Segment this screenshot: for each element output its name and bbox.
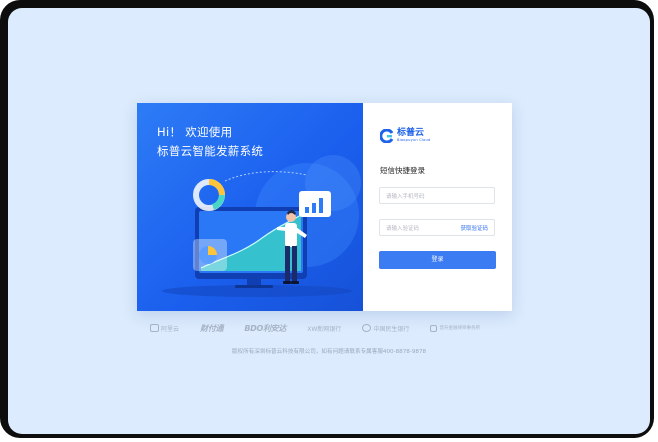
hero-panel: Hi！ 欢迎使用 标普云智能发薪系统: [137, 103, 363, 311]
code-placeholder: 请输入验证码: [386, 226, 420, 232]
partner-label: BDO利安达: [244, 323, 287, 333]
get-code-button[interactable]: 获取验证码: [460, 224, 488, 232]
partner-logo: 财付通: [200, 323, 223, 334]
lawfirm-icon: [430, 324, 438, 332]
code-field[interactable]: 请输入验证码 获取验证码: [379, 219, 495, 236]
partner-label: 晋升金融律师事务所: [439, 326, 480, 331]
phone-field[interactable]: 请输入手机号码: [379, 187, 495, 204]
phone-placeholder: 请输入手机号码: [386, 194, 425, 200]
partner-logo: 晋升金融律师事务所: [430, 324, 480, 332]
bank-icon: [362, 324, 372, 332]
brand-mark-icon: [380, 128, 394, 143]
login-title: 短信快捷登录: [380, 166, 425, 175]
hero-product-name: 标普云智能发薪系统: [157, 144, 264, 158]
cloud-icon: [150, 324, 159, 332]
partner-label: 财付通: [200, 323, 224, 333]
login-button[interactable]: 登录: [379, 251, 496, 269]
partner-logo: 中国民生银行: [362, 324, 409, 333]
brand-name: 标普云: [397, 128, 425, 138]
footer-copyright: 版权所有深圳标普云科技有限公司，如有问题请联系专属客服400-8878-9878: [231, 349, 427, 355]
login-form: 标普云 Biaopuyun Cloud 短信快捷登录 请输入手机号码 请输入验证…: [363, 103, 512, 311]
hero-greeting: Hi！ 欢迎使用: [157, 125, 233, 139]
partner-label: 中国民生银行: [373, 325, 410, 333]
hero-title: Hi！ 欢迎使用 标普云智能发薪系统: [157, 123, 263, 161]
brand-logo: 标普云 Biaopuyun Cloud: [380, 128, 431, 143]
partner-logo: BDO利安达: [244, 323, 286, 334]
partner-logo: XW新网银行: [307, 324, 341, 333]
partner-logos: 阿里云 财付通 BDO利安达 XW新网银行 中国民生银行 晋升金融律师事务所: [150, 321, 480, 335]
partner-label: 阿里云: [161, 325, 180, 333]
partner-logo: 阿里云: [150, 324, 179, 333]
login-card: Hi！ 欢迎使用 标普云智能发薪系统 标普云 Biaopuyun Cloud 短…: [137, 103, 512, 311]
brand-subtitle: Biaopuyun Cloud: [397, 138, 431, 142]
partner-label: XW新网银行: [307, 325, 342, 333]
